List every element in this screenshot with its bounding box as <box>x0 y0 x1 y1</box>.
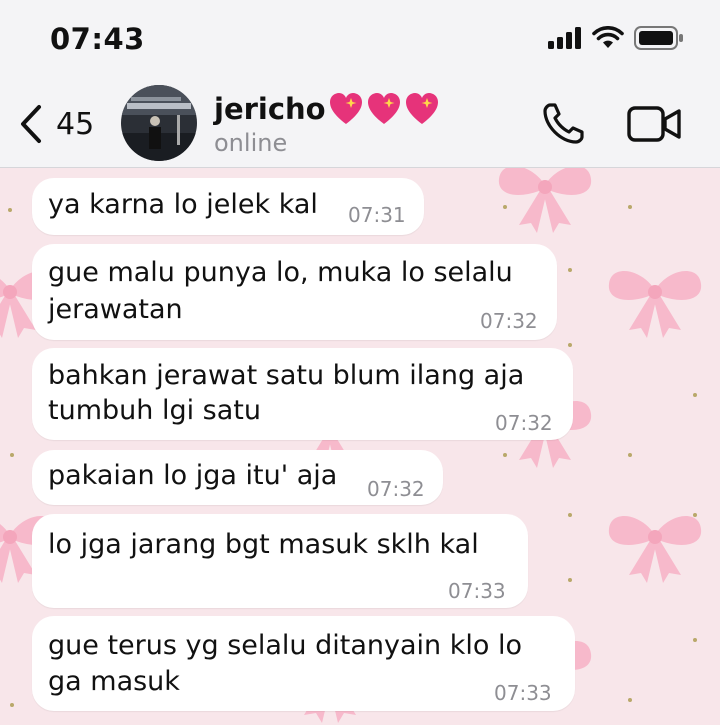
unread-count: 45 <box>56 106 95 142</box>
avatar[interactable] <box>121 85 197 161</box>
message-timestamp: 07:32 <box>367 477 425 501</box>
message-text: bahkan jerawat satu blum ilang aja <box>48 360 525 391</box>
chat-header: 07:43 45 jericho online <box>0 0 720 168</box>
sparkling-heart-icon <box>367 93 400 124</box>
message-timestamp: 07:31 <box>348 203 406 227</box>
message-text: ya karna lo jelek kal <box>48 189 318 220</box>
message-text: gue malu punya lo, muka lo selalu <box>48 257 513 288</box>
message-bubble[interactable]: lo jga jarang bgt masuk sklh kal 07:33 <box>32 514 528 608</box>
message-bubble[interactable]: pakaian lo jga itu' aja 07:32 <box>32 450 443 505</box>
status-bar-icons <box>548 26 684 50</box>
call-button[interactable] <box>540 101 586 151</box>
contact-status: online <box>214 129 288 157</box>
message-text: jerawatan <box>48 294 183 325</box>
contact-name[interactable]: jericho <box>214 92 440 126</box>
message-text: tumbuh lgi satu <box>48 395 261 426</box>
message-timestamp: 07:33 <box>448 579 506 603</box>
sparkling-heart-icon <box>405 93 438 124</box>
name-emojis <box>328 92 440 126</box>
battery-icon <box>634 26 683 50</box>
message-text: ga masuk <box>48 666 180 697</box>
message-timestamp: 07:33 <box>494 681 552 705</box>
message-bubble[interactable]: gue terus yg selalu ditanyain klo lo ga … <box>32 616 575 711</box>
message-text: lo jga jarang bgt masuk sklh kal <box>48 529 479 560</box>
wifi-icon <box>592 26 624 48</box>
message-timestamp: 07:32 <box>495 411 553 435</box>
cellular-signal-icon <box>548 27 581 49</box>
video-call-button[interactable] <box>627 104 683 148</box>
sparkling-heart-icon <box>329 93 362 124</box>
message-bubble[interactable]: gue malu punya lo, muka lo selalu jerawa… <box>32 244 557 340</box>
message-timestamp: 07:32 <box>480 309 538 333</box>
phone-icon <box>543 103 584 144</box>
video-camera-icon <box>627 106 681 142</box>
message-bubble[interactable]: bahkan jerawat satu blum ilang aja tumbu… <box>32 348 573 440</box>
back-button[interactable]: 45 <box>18 104 94 144</box>
chat-screen: 07:43 45 jericho online ya karna lo jele… <box>0 0 720 725</box>
message-text: pakaian lo jga itu' aja <box>48 460 338 491</box>
message-bubble[interactable]: ya karna lo jelek kal 07:31 <box>32 178 424 235</box>
message-text: gue terus yg selalu ditanyain klo lo <box>48 630 522 661</box>
status-bar-time: 07:43 <box>50 22 145 56</box>
contact-name-text: jericho <box>214 92 326 126</box>
chevron-left-icon <box>21 105 41 143</box>
